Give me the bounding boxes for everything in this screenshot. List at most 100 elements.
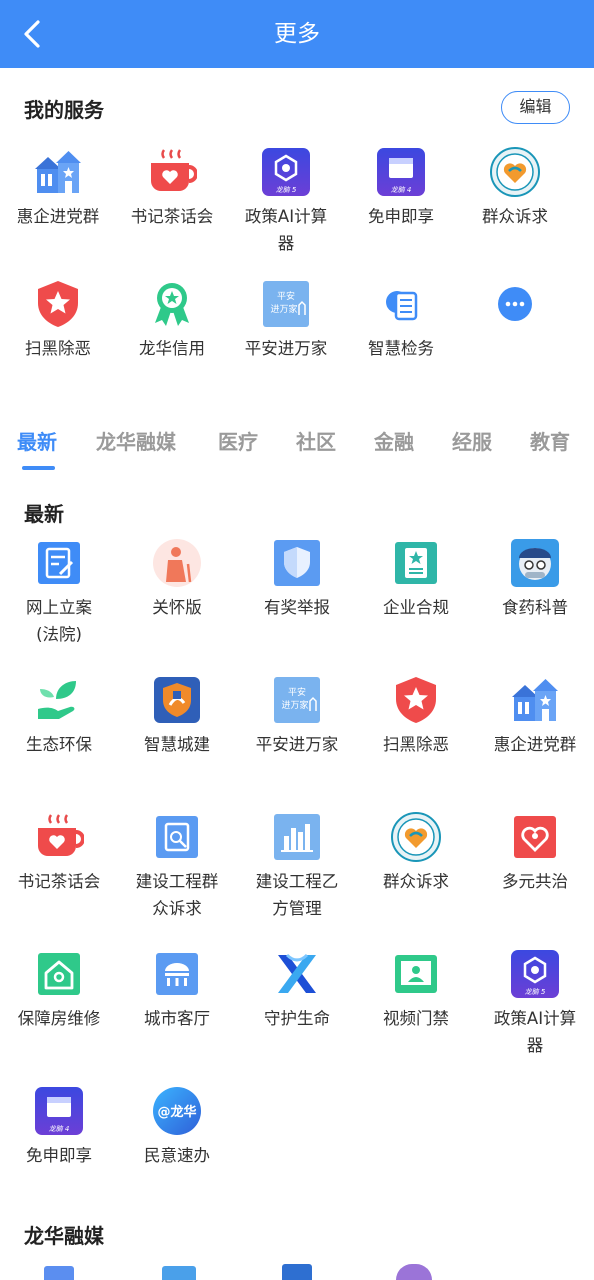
service-item-label: 企业合规 (383, 598, 449, 617)
service-item-city-badge[interactable]: 智慧城建 (120, 675, 234, 758)
leaf-hand-icon (34, 675, 84, 725)
top-bar: 更多 (0, 0, 594, 68)
service-item-label: 扫黑除恶 (383, 735, 449, 754)
service-item-label: 建设工程乙方管理 (255, 872, 339, 918)
service-item-label: 食药科普 (502, 598, 568, 617)
medal-icon (147, 279, 197, 329)
service-item-leaf-hand[interactable]: 生态环保 (2, 675, 116, 758)
service-item-report-shield[interactable]: 有奖举报 (240, 538, 354, 621)
service-item-buildings[interactable]: 惠企进党群 (1, 147, 115, 230)
service-item-construction[interactable]: 建设工程群众诉求 (120, 812, 234, 922)
document-icon (376, 279, 426, 329)
service-item-label: 群众诉求 (383, 872, 449, 891)
service-item-shield-star[interactable]: 扫黑除恶 (359, 675, 473, 758)
service-item-city-hall[interactable]: 城市客厅 (120, 949, 234, 1032)
media-icon-peek (282, 1264, 312, 1280)
service-item-filing[interactable]: 网上立案(法院) (2, 538, 116, 648)
service-item-longnao5[interactable]: 龙脑 5 政策AI计算器 (229, 147, 343, 257)
service-item-compliance[interactable]: 企业合规 (359, 538, 473, 621)
filing-icon (34, 538, 84, 588)
teacup-icon (34, 812, 84, 862)
service-item-mascot[interactable]: 食药科普 (478, 538, 592, 621)
service-item-longnao5[interactable]: 龙脑 5 政策AI计算器 (478, 949, 592, 1059)
chart-building-icon (272, 812, 322, 862)
service-item-label: 民意速办 (144, 1146, 210, 1165)
service-item-video-door[interactable]: 视频门禁 (359, 949, 473, 1032)
service-item-document[interactable]: 智慧检务 (344, 279, 458, 362)
service-item-label: 守护生命 (264, 1009, 330, 1028)
longhua-icon: @龙华 (152, 1086, 202, 1136)
tab-community[interactable]: 社区 (296, 426, 336, 455)
category-tabs: 最新 龙华融媒 医疗 社区 金融 经服 教育 (0, 420, 594, 472)
video-door-icon (391, 949, 441, 999)
ping-an-icon: 平安 进万家 (261, 279, 311, 329)
longnao4-icon: 龙脑 4 (34, 1086, 84, 1136)
buildings-icon (33, 147, 83, 197)
service-item-longnao4[interactable]: 龙脑 4 免申即享 (344, 147, 458, 230)
service-item-label: 有奖举报 (264, 598, 330, 617)
media-icon-peek (44, 1266, 74, 1280)
service-item-buildings[interactable]: 惠企进党群 (478, 675, 592, 758)
svg-text:@龙华: @龙华 (157, 1104, 196, 1120)
service-item-teacup[interactable]: 书记茶话会 (115, 147, 229, 230)
service-item-label: 平安进万家 (244, 339, 328, 358)
svg-text:平安: 平安 (288, 686, 306, 698)
service-item-chart-building[interactable]: 建设工程乙方管理 (240, 812, 354, 922)
latest-section-title: 最新 (24, 502, 64, 526)
elder-icon (152, 538, 202, 588)
service-item-medal[interactable]: 龙华信用 (115, 279, 229, 362)
svg-text:进万家: 进万家 (270, 303, 297, 315)
x-logo-icon (272, 949, 322, 999)
house-icon (34, 949, 84, 999)
emblem-icon (391, 812, 441, 862)
city-badge-icon (152, 675, 202, 725)
tab-longhua-media[interactable]: 龙华融媒 (96, 426, 176, 455)
service-item-elder[interactable]: 关怀版 (120, 538, 234, 621)
svg-text:进万家: 进万家 (281, 699, 308, 711)
service-item-ping-an[interactable]: 平安 进万家 平安进万家 (240, 675, 354, 758)
service-item-label: 建设工程群众诉求 (135, 872, 219, 918)
emblem-icon (490, 147, 540, 197)
service-item-label: 智慧检务 (368, 339, 434, 358)
tab-finance[interactable]: 金融 (374, 426, 414, 455)
media-icon-peek (396, 1264, 432, 1280)
service-item-label: 惠企进党群 (493, 735, 577, 754)
service-item-label: 生态环保 (26, 735, 92, 754)
service-item-label: 多元共治 (502, 872, 568, 891)
service-item-label: 关怀版 (152, 598, 202, 617)
service-item-emblem[interactable]: 群众诉求 (458, 147, 572, 230)
tab-education[interactable]: 教育 (530, 426, 570, 455)
service-item-label: 城市客厅 (144, 1009, 210, 1028)
service-item-label: 惠企进党群 (16, 207, 100, 226)
service-item-x-logo[interactable]: 守护生命 (240, 949, 354, 1032)
tab-medical[interactable]: 医疗 (218, 426, 258, 455)
service-item-shield-star[interactable]: 扫黑除恶 (1, 279, 115, 362)
service-item-label: 视频门禁 (383, 1009, 449, 1028)
compliance-icon (391, 538, 441, 588)
service-item-house[interactable]: 保障房维修 (2, 949, 116, 1032)
service-item-label: 扫黑除恶 (25, 339, 91, 358)
service-item-label: 龙华信用 (139, 339, 205, 358)
tab-latest[interactable]: 最新 (17, 426, 57, 455)
service-item-label: 平安进万家 (255, 735, 339, 754)
service-item-ping-an[interactable]: 平安 进万家 平安进万家 (229, 279, 343, 362)
service-item-longnao4[interactable]: 龙脑 4 免申即享 (2, 1086, 116, 1169)
service-item-more[interactable] (458, 279, 572, 329)
service-item-label: 政策AI计算器 (244, 207, 328, 253)
service-item-teacup[interactable]: 书记茶话会 (2, 812, 116, 895)
service-item-label: 书记茶话会 (17, 872, 101, 891)
service-item-emblem[interactable]: 群众诉求 (359, 812, 473, 895)
service-item-longhua[interactable]: @龙华民意速办 (120, 1086, 234, 1169)
media-section-title: 龙华融媒 (24, 1224, 104, 1248)
my-services-title: 我的服务 (24, 98, 104, 122)
edit-button[interactable]: 编辑 (501, 91, 570, 124)
service-item-label: 免申即享 (368, 207, 434, 226)
service-item-heart-people[interactable]: 多元共治 (478, 812, 592, 895)
ping-an-icon: 平安 进万家 (272, 675, 322, 725)
buildings-icon (510, 675, 560, 725)
heart-people-icon (510, 812, 560, 862)
tab-economic-service[interactable]: 经服 (452, 426, 492, 455)
longnao4-icon: 龙脑 4 (376, 147, 426, 197)
svg-text:龙脑 4: 龙脑 4 (49, 1125, 70, 1133)
media-icon-peek (162, 1266, 196, 1280)
